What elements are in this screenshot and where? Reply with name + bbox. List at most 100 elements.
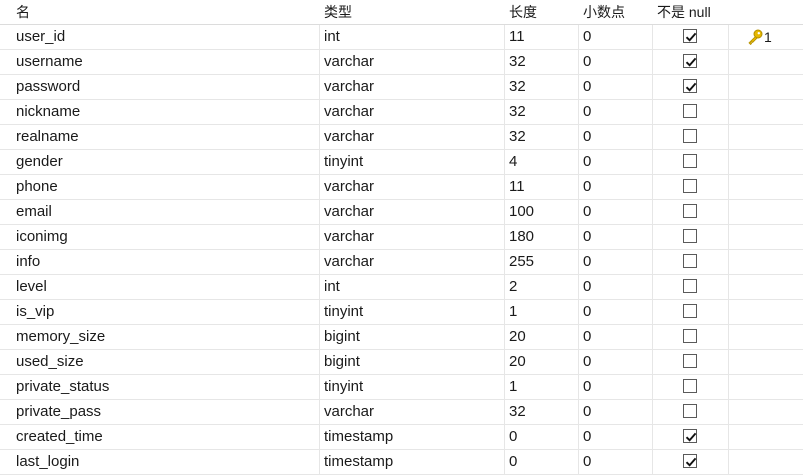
field-decimals-cell[interactable]: 0 [583,25,651,49]
field-type-cell[interactable]: varchar [324,225,504,249]
field-decimals-cell[interactable]: 0 [583,450,651,474]
field-length-cell[interactable]: 32 [509,125,577,149]
field-decimals-cell[interactable]: 0 [583,350,651,374]
not-null-checkbox[interactable] [683,229,697,243]
field-name-cell[interactable]: private_pass [16,400,316,424]
field-name-cell[interactable]: phone [16,175,316,199]
field-name-cell[interactable]: info [16,250,316,274]
field-name-cell[interactable]: level [16,275,316,299]
field-type-cell[interactable]: varchar [324,250,504,274]
table-row[interactable]: memory_size bigint 20 0 [0,325,803,350]
not-null-checkbox[interactable] [683,254,697,268]
not-null-checkbox[interactable] [683,429,697,443]
field-decimals-cell[interactable]: 0 [583,425,651,449]
field-decimals-cell[interactable]: 0 [583,275,651,299]
table-row[interactable]: used_size bigint 20 0 [0,350,803,375]
field-type-cell[interactable]: timestamp [324,425,504,449]
field-type-cell[interactable]: varchar [324,200,504,224]
not-null-checkbox[interactable] [683,379,697,393]
field-decimals-cell[interactable]: 0 [583,325,651,349]
table-row[interactable]: info varchar 255 0 [0,250,803,275]
header-decimals[interactable]: 小数点 [583,0,651,24]
field-decimals-cell[interactable]: 0 [583,150,651,174]
field-type-cell[interactable]: timestamp [324,450,504,474]
not-null-checkbox[interactable] [683,329,697,343]
field-type-cell[interactable]: varchar [324,125,504,149]
header-type[interactable]: 类型 [324,0,504,24]
field-decimals-cell[interactable]: 0 [583,400,651,424]
field-name-cell[interactable]: used_size [16,350,316,374]
field-type-cell[interactable]: varchar [324,50,504,74]
table-row[interactable]: user_id int 11 0 1 [0,25,803,50]
field-type-cell[interactable]: varchar [324,400,504,424]
field-length-cell[interactable]: 32 [509,75,577,99]
table-row[interactable]: level int 2 0 [0,275,803,300]
field-decimals-cell[interactable]: 0 [583,375,651,399]
field-name-cell[interactable]: nickname [16,100,316,124]
not-null-checkbox[interactable] [683,454,697,468]
not-null-checkbox[interactable] [683,304,697,318]
not-null-checkbox[interactable] [683,279,697,293]
field-name-cell[interactable]: password [16,75,316,99]
field-length-cell[interactable]: 1 [509,375,577,399]
field-name-cell[interactable]: memory_size [16,325,316,349]
not-null-checkbox[interactable] [683,54,697,68]
field-name-cell[interactable]: is_vip [16,300,316,324]
field-decimals-cell[interactable]: 0 [583,225,651,249]
field-length-cell[interactable]: 32 [509,400,577,424]
field-length-cell[interactable]: 20 [509,350,577,374]
field-length-cell[interactable]: 11 [509,175,577,199]
field-length-cell[interactable]: 0 [509,450,577,474]
table-row[interactable]: is_vip tinyint 1 0 [0,300,803,325]
table-row[interactable]: last_login timestamp 0 0 [0,450,803,475]
field-length-cell[interactable]: 2 [509,275,577,299]
field-name-cell[interactable]: username [16,50,316,74]
field-decimals-cell[interactable]: 0 [583,100,651,124]
field-name-cell[interactable]: gender [16,150,316,174]
table-row[interactable]: created_time timestamp 0 0 [0,425,803,450]
table-row[interactable]: password varchar 32 0 [0,75,803,100]
field-decimals-cell[interactable]: 0 [583,50,651,74]
not-null-checkbox[interactable] [683,154,697,168]
header-name[interactable]: 名 [16,0,316,24]
field-length-cell[interactable]: 32 [509,100,577,124]
field-decimals-cell[interactable]: 0 [583,175,651,199]
field-type-cell[interactable]: varchar [324,175,504,199]
field-type-cell[interactable]: varchar [324,100,504,124]
field-type-cell[interactable]: int [324,275,504,299]
field-decimals-cell[interactable]: 0 [583,300,651,324]
table-row[interactable]: nickname varchar 32 0 [0,100,803,125]
field-length-cell[interactable]: 255 [509,250,577,274]
table-row[interactable]: iconimg varchar 180 0 [0,225,803,250]
field-type-cell[interactable]: tinyint [324,150,504,174]
not-null-checkbox[interactable] [683,29,697,43]
field-decimals-cell[interactable]: 0 [583,250,651,274]
not-null-checkbox[interactable] [683,79,697,93]
field-type-cell[interactable]: tinyint [324,300,504,324]
field-length-cell[interactable]: 1 [509,300,577,324]
field-decimals-cell[interactable]: 0 [583,125,651,149]
field-type-cell[interactable]: tinyint [324,375,504,399]
field-decimals-cell[interactable]: 0 [583,75,651,99]
not-null-checkbox[interactable] [683,104,697,118]
table-row[interactable]: phone varchar 11 0 [0,175,803,200]
field-length-cell[interactable]: 4 [509,150,577,174]
field-length-cell[interactable]: 32 [509,50,577,74]
field-name-cell[interactable]: email [16,200,316,224]
field-name-cell[interactable]: iconimg [16,225,316,249]
field-name-cell[interactable]: realname [16,125,316,149]
field-name-cell[interactable]: created_time [16,425,316,449]
field-type-cell[interactable]: int [324,25,504,49]
table-row[interactable]: private_status tinyint 1 0 [0,375,803,400]
header-not-null[interactable]: 不是 null [657,0,729,24]
field-type-cell[interactable]: bigint [324,325,504,349]
not-null-checkbox[interactable] [683,129,697,143]
table-row[interactable]: username varchar 32 0 [0,50,803,75]
field-length-cell[interactable]: 180 [509,225,577,249]
field-name-cell[interactable]: private_status [16,375,316,399]
header-length[interactable]: 长度 [509,0,577,24]
field-name-cell[interactable]: last_login [16,450,316,474]
not-null-checkbox[interactable] [683,354,697,368]
field-name-cell[interactable]: user_id [16,25,316,49]
field-length-cell[interactable]: 100 [509,200,577,224]
